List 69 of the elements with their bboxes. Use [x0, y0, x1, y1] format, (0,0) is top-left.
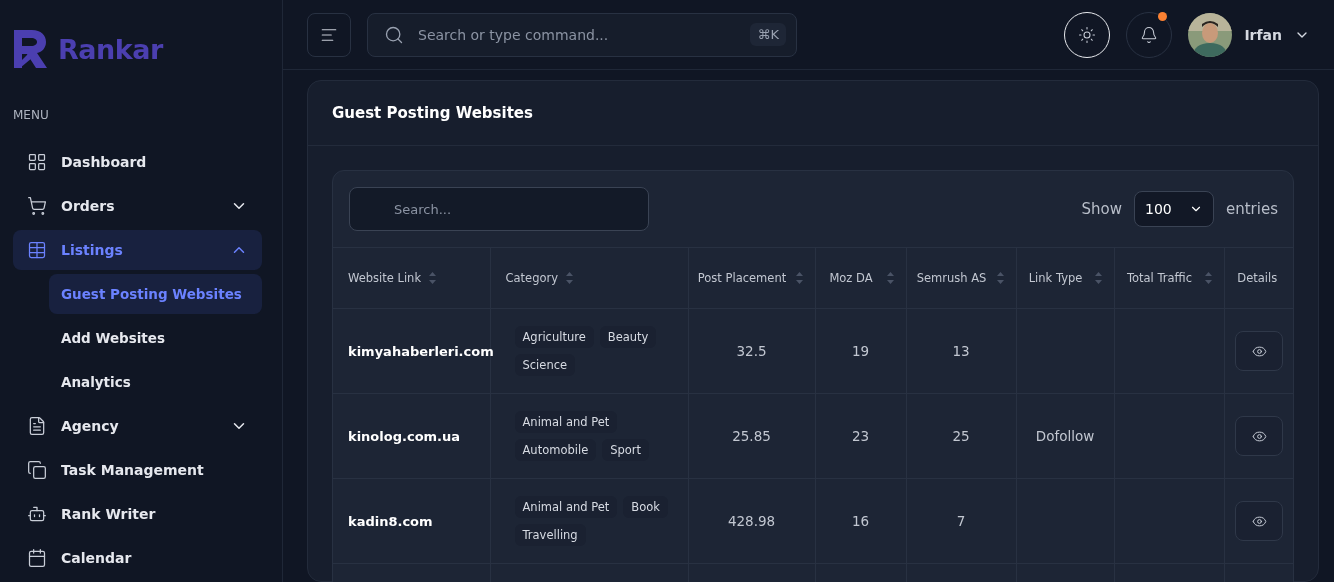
- view-details-button[interactable]: [1235, 501, 1284, 541]
- menu-button[interactable]: [307, 12, 351, 57]
- category-tag: Science: [514, 354, 576, 376]
- logo-icon: [14, 30, 48, 68]
- sidebar-item[interactable]: Listings: [13, 230, 262, 270]
- sidebar-item[interactable]: Task Management: [13, 450, 262, 490]
- website-link[interactable]: kimyahaberleri.com: [348, 344, 494, 359]
- column-header[interactable]: Post Placement: [688, 247, 815, 309]
- brand-name: Rankar: [58, 33, 163, 65]
- menu-heading: MENU: [13, 108, 50, 122]
- table-cell: 25.85: [688, 393, 815, 479]
- table-cell: 16: [815, 478, 906, 564]
- column-header[interactable]: Moz DA: [815, 247, 906, 309]
- table-cell: 25: [906, 393, 1016, 479]
- command-search-bar[interactable]: Search or type command... ⌘K: [367, 12, 797, 57]
- table-icon: [27, 240, 47, 260]
- eye-icon: [1251, 428, 1267, 444]
- website-link[interactable]: kadin8.com: [348, 514, 433, 529]
- table-cell: 19: [815, 308, 906, 394]
- submenu-item[interactable]: Guest Posting Websites: [49, 274, 262, 314]
- table-cell: Dofollow: [1016, 393, 1114, 479]
- cart-icon: [27, 196, 47, 216]
- shortcut-hint: ⌘K: [750, 23, 786, 46]
- category-tag: Automobile: [514, 439, 597, 461]
- category-tag: Agriculture: [514, 326, 594, 348]
- table-cell: 428.98: [688, 478, 815, 564]
- page-title: Guest Posting Websites: [332, 104, 533, 122]
- sun-icon: [1078, 25, 1097, 44]
- eye-icon: [1251, 343, 1267, 359]
- column-header[interactable]: Category: [490, 247, 688, 309]
- sidebar-item[interactable]: Rank Writer: [13, 494, 262, 534]
- table-cell: 23: [815, 393, 906, 479]
- category-tag: Sport: [602, 439, 650, 461]
- table-search-field[interactable]: Search...: [349, 187, 649, 231]
- table-cell: 13: [906, 308, 1016, 394]
- show-label: Show: [1081, 200, 1122, 218]
- page-size-select[interactable]: 100: [1134, 191, 1214, 227]
- column-header: Details: [1224, 247, 1294, 309]
- table-cell: 32.5: [688, 308, 815, 394]
- view-details-button[interactable]: [1235, 331, 1284, 371]
- bell-icon: [1140, 25, 1159, 44]
- entries-label: entries: [1226, 200, 1278, 218]
- copy-icon: [27, 460, 47, 480]
- category-tag: Animal and Pet: [514, 496, 618, 518]
- command-search-field[interactable]: Search or type command...: [416, 25, 739, 44]
- column-header[interactable]: Total Traffic: [1114, 247, 1224, 309]
- website-link[interactable]: kinolog.com.ua: [348, 429, 461, 444]
- category-tag: Beauty: [599, 326, 657, 348]
- sidebar-item[interactable]: Orders: [13, 186, 262, 226]
- column-header[interactable]: Link Type: [1016, 247, 1114, 309]
- grid-icon: [27, 152, 47, 172]
- category-tag: Book: [623, 496, 668, 518]
- table-cell: 7: [906, 478, 1016, 564]
- submenu-item[interactable]: Add Websites: [49, 318, 262, 358]
- view-details-button[interactable]: [1235, 416, 1284, 456]
- search-icon: [384, 24, 404, 45]
- category-tag: Animal and Pet: [514, 411, 618, 433]
- document-icon: [27, 416, 47, 436]
- robot-icon: [27, 504, 47, 524]
- category-tag: Travelling: [514, 524, 586, 546]
- column-header[interactable]: Website Link: [333, 247, 490, 309]
- submenu-item[interactable]: Analytics: [49, 362, 262, 402]
- user-menu[interactable]: Irfan: [1188, 12, 1310, 57]
- eye-icon: [1251, 513, 1267, 529]
- column-header[interactable]: Semrush AS: [906, 247, 1016, 309]
- calendar-icon: [27, 548, 47, 568]
- sidebar-item[interactable]: Agency: [13, 406, 262, 446]
- sidebar-item[interactable]: Calendar: [13, 538, 262, 578]
- sidebar-item[interactable]: Dashboard: [13, 142, 262, 182]
